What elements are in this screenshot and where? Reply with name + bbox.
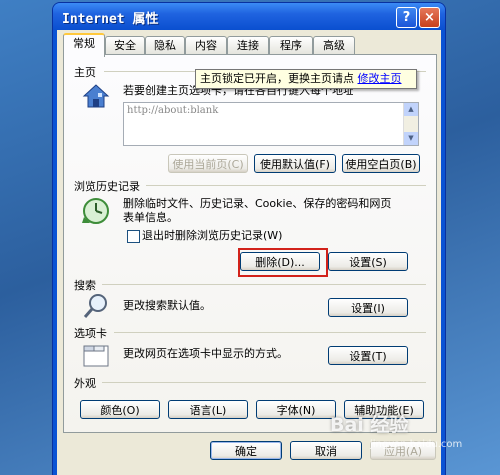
title-bar[interactable]: Internet 属性 ? ×	[53, 3, 445, 30]
search-settings-button[interactable]: 设置(I)	[328, 298, 408, 317]
scroll-down-icon[interactable]: ▼	[404, 132, 418, 145]
watermark-url: jingyan.baidu.com	[370, 439, 463, 450]
search-heading: 搜索	[74, 279, 96, 292]
url-scrollbar[interactable]: ▲ ▼	[403, 103, 418, 145]
internet-properties-window: Internet 属性 ? × 常规 安全 隐私 内容 连接 程序 高级 主页 …	[53, 3, 445, 475]
divider	[102, 284, 426, 285]
help-button[interactable]: ?	[396, 7, 417, 28]
tab-connections[interactable]: 连接	[227, 36, 269, 55]
tabs-heading: 选项卡	[74, 327, 107, 340]
change-homepage-link[interactable]: 修改主页	[358, 72, 402, 85]
tab-content[interactable]: 内容	[185, 36, 227, 55]
use-default-button[interactable]: 使用默认值(F)	[254, 154, 336, 173]
divider	[102, 382, 426, 383]
search-description: 更改搜索默认值。	[123, 299, 211, 312]
colors-button[interactable]: 颜色(O)	[80, 400, 160, 419]
tooltip-text: 主页锁定已开启，更换主页请点	[200, 72, 354, 85]
history-clock-icon	[82, 198, 109, 224]
delete-on-exit-label: 退出时删除浏览历史记录(W)	[142, 229, 283, 242]
divider	[146, 185, 426, 186]
window-title: Internet 属性	[62, 12, 159, 27]
scroll-up-icon[interactable]: ▲	[404, 103, 418, 116]
tab-security[interactable]: 安全	[105, 36, 145, 55]
tabs-settings-button[interactable]: 设置(T)	[328, 346, 408, 365]
ok-button[interactable]: 确定	[210, 441, 282, 460]
highlight-box	[238, 248, 328, 277]
tab-programs[interactable]: 程序	[269, 36, 313, 55]
home-heading: 主页	[74, 66, 96, 79]
search-magnifier-icon	[83, 294, 107, 318]
tab-privacy[interactable]: 隐私	[145, 36, 185, 55]
use-blank-button[interactable]: 使用空白页(B)	[342, 154, 420, 173]
cancel-button[interactable]: 取消	[290, 441, 362, 460]
use-current-button[interactable]: 使用当前页(C)	[168, 154, 248, 173]
history-settings-button[interactable]: 设置(S)	[328, 252, 408, 271]
home-url-value: http://about:blank	[127, 105, 219, 116]
divider	[114, 332, 426, 333]
home-url-input[interactable]: http://about:blank ▲ ▼	[123, 102, 419, 146]
languages-button[interactable]: 语言(L)	[168, 400, 248, 419]
close-button[interactable]: ×	[419, 7, 440, 28]
appearance-heading: 外观	[74, 377, 96, 390]
history-heading: 浏览历史记录	[74, 180, 140, 193]
tabs-description: 更改网页在选项卡中显示的方式。	[123, 347, 288, 360]
tab-general[interactable]: 常规	[63, 33, 105, 57]
tabs-window-icon	[83, 345, 109, 367]
fonts-button[interactable]: 字体(N)	[256, 400, 336, 419]
home-icon	[82, 84, 110, 108]
general-tab-panel: 主页 若要创建主页选项卡，请在各自行键入每个地址(R)。 http://abou…	[63, 54, 437, 433]
baidu-jingyan-watermark: Bai 经验	[330, 414, 409, 436]
history-description-line1: 删除临时文件、历史记录、Cookie、保存的密码和网页	[123, 197, 392, 210]
tab-advanced[interactable]: 高级	[313, 36, 355, 55]
delete-on-exit-checkbox[interactable]	[127, 230, 140, 243]
dialog-client: 常规 安全 隐私 内容 连接 程序 高级 主页 若要创建主页选项卡，请在各自行键…	[57, 30, 441, 475]
history-description-line2: 表单信息。	[123, 211, 178, 224]
homepage-lock-tooltip: 主页锁定已开启，更换主页请点 修改主页	[195, 69, 417, 89]
